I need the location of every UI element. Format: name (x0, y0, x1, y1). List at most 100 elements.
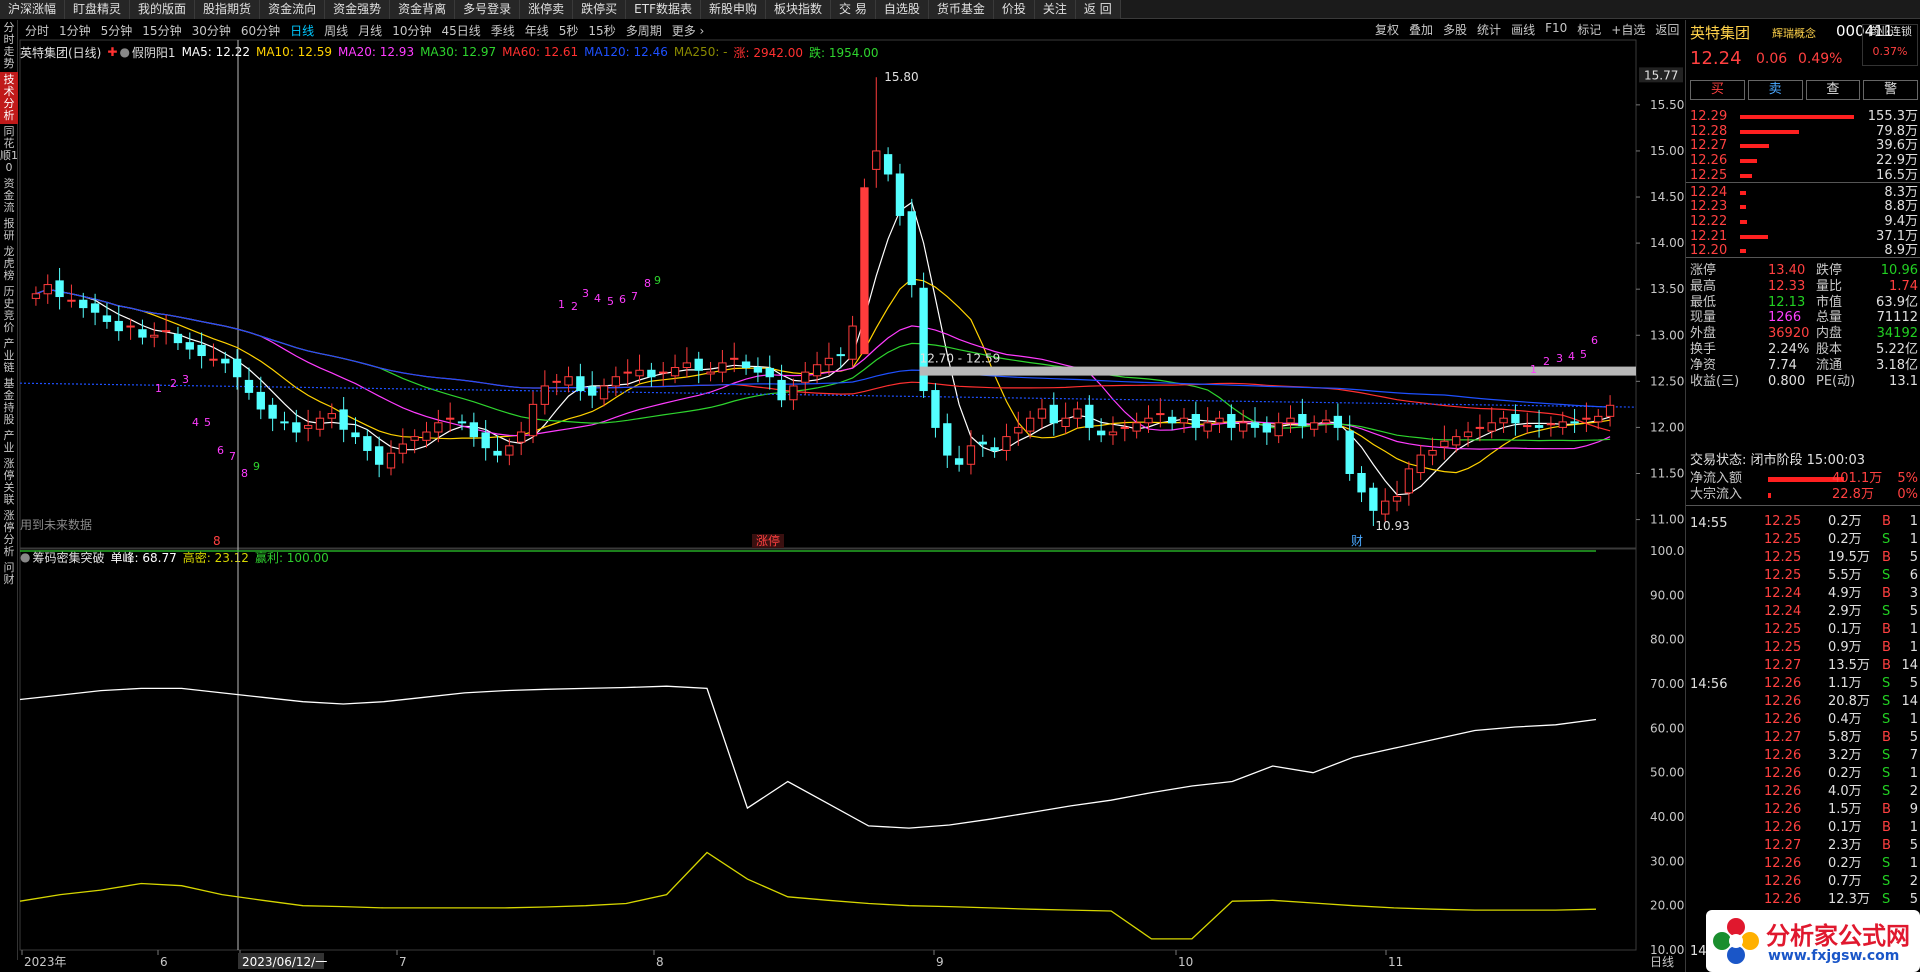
candle (635, 369, 644, 377)
sub-settings-icon[interactable]: ● (20, 550, 30, 564)
left-tab[interactable]: 报研 (0, 216, 18, 244)
period-tab[interactable]: 15分钟 (137, 22, 186, 39)
sub-tick-label: 40.00 (1650, 810, 1684, 824)
left-tab[interactable]: 技术分析 (0, 72, 18, 124)
settings-gear-icon[interactable]: ● (119, 45, 129, 59)
toolbar-item[interactable]: 资金强势 (325, 0, 391, 19)
left-tab[interactable]: 龙虎榜 (0, 244, 18, 284)
top-toolbar: 沪深涨幅 盯盘精灵 我的版面 股指期货 资金流向 资金强势 资金背离 多号登录 涨停卖 跌停买 ET… (0, 0, 1920, 19)
sub-indicator-name[interactable]: 筹码密集突破 (32, 549, 104, 566)
toolbar-item[interactable]: 关注 (1034, 0, 1076, 19)
sequence-digit: 4 (1568, 350, 1575, 363)
period-tab[interactable]: 更多 › (667, 22, 710, 39)
chart-tool[interactable]: 统计 (1472, 21, 1506, 39)
chart-tool[interactable]: 标记 (1572, 21, 1606, 39)
left-tab[interactable]: 资金流 (0, 176, 18, 216)
toolbar-item[interactable]: 交 易 (831, 0, 876, 19)
left-tab[interactable]: 涨停分析 (0, 508, 18, 560)
tick-price: 12.26 (1764, 766, 1802, 781)
candle (670, 367, 680, 377)
danfeng-label: 单峰: 68.77 (110, 550, 177, 565)
chart-tool[interactable]: 多股 (1438, 21, 1472, 39)
toolbar-item[interactable]: 自选股 (875, 0, 929, 19)
toolbar-item[interactable]: 资金背离 (390, 0, 456, 19)
period-tab[interactable]: 15秒 (583, 22, 620, 39)
period-tab[interactable]: 多周期 (621, 22, 667, 39)
period-tab[interactable]: 30分钟 (187, 22, 236, 39)
candle (907, 211, 916, 286)
trade-button[interactable]: 警 (1863, 80, 1918, 100)
trade-button[interactable]: 卖 (1747, 80, 1803, 100)
toolbar-item[interactable]: 多号登录 (455, 0, 521, 19)
bottom-period-tab[interactable]: 日线 (1650, 955, 1674, 969)
left-tab[interactable]: 历史竞价 (0, 284, 18, 336)
tick-direction: S (1882, 712, 1891, 727)
toolbar-item[interactable]: 我的版面 (130, 0, 196, 19)
toolbar-item[interactable]: 板块指数 (766, 0, 832, 19)
left-tab[interactable]: 基金持股 (0, 376, 18, 428)
period-tab[interactable]: 周线 (319, 22, 353, 39)
left-tab[interactable]: 产业链 (0, 336, 18, 376)
flow-value: 22.8万 (1832, 487, 1874, 502)
period-tab[interactable]: 季线 (486, 22, 520, 39)
limit-up-tag[interactable]: 涨停 (756, 533, 780, 548)
trade-button[interactable]: 买 (1690, 80, 1745, 100)
fin-tag[interactable]: 财 (1351, 534, 1363, 548)
candle (1392, 496, 1402, 502)
chart-tool[interactable]: 画线 (1506, 21, 1540, 39)
indicator-name[interactable]: 假阴阳1 (132, 44, 176, 61)
toolbar-item[interactable]: 返 回 (1075, 0, 1121, 19)
toolbar-item[interactable]: ETF数据表 (626, 0, 701, 19)
toolbar-item[interactable]: 货币基金 (928, 0, 994, 19)
candle (1416, 454, 1425, 474)
period-tab[interactable]: 1分钟 (54, 22, 96, 39)
candle (895, 173, 905, 216)
period-tab[interactable]: 60分钟 (236, 22, 285, 39)
chart-tool[interactable]: 返回 (1650, 21, 1684, 39)
sequence-digit: 6 (1591, 334, 1598, 347)
orderbook-volume-bar (1740, 249, 1746, 254)
tick-row: 12.27 5.8万 B 5 (1690, 729, 1918, 747)
candle (694, 358, 703, 371)
period-tab[interactable]: 分时 (20, 22, 54, 39)
top-marker: 15.77 (1644, 68, 1678, 82)
concept-tag[interactable]: 辉瑞概念 (1772, 25, 1816, 41)
candle (812, 364, 822, 377)
chart-tool[interactable]: 叠加 (1404, 21, 1438, 39)
period-tab[interactable]: 10分钟 (387, 22, 436, 39)
toolbar-item[interactable]: 跌停买 (573, 0, 627, 19)
toolbar-item[interactable]: 沪深涨幅 (0, 0, 66, 19)
period-tab[interactable]: 年线 (520, 22, 554, 39)
candle (102, 315, 112, 322)
left-tab[interactable]: 同花顺10 (0, 124, 18, 176)
trade-button[interactable]: 查 (1805, 80, 1861, 100)
candle (1558, 421, 1567, 428)
toolbar-item[interactable]: 价投 (993, 0, 1035, 19)
left-tab[interactable]: 涨停关联 (0, 456, 18, 508)
period-tab[interactable]: 月线 (353, 22, 387, 39)
sector-box[interactable]: 商业连锁 0.37% (1862, 24, 1918, 66)
zhang-label: 涨: 2942.00 (733, 45, 803, 60)
period-tab[interactable]: 45日线 (436, 22, 485, 39)
toolbar-item[interactable]: 涨停卖 (520, 0, 574, 19)
left-tab[interactable]: 产业 (0, 428, 18, 456)
left-tab[interactable]: 问财 (0, 560, 18, 588)
period-tab[interactable]: 日线 (285, 22, 319, 39)
period-tab[interactable]: 5分钟 (96, 22, 138, 39)
orderbook-volume-bar (1740, 219, 1748, 224)
sequence-digit: 3 (1556, 352, 1563, 365)
candle (31, 293, 41, 299)
toolbar-item[interactable]: 资金流向 (260, 0, 326, 19)
chart-tool[interactable]: +自选 (1606, 21, 1650, 39)
period-tab[interactable]: 5秒 (554, 22, 584, 39)
chart-tool[interactable]: F10 (1540, 21, 1572, 39)
toolbar-item[interactable]: 新股申购 (700, 0, 766, 19)
left-tab[interactable]: 分时走势 (0, 20, 18, 72)
kline-chart[interactable]: 15.50 15.00 14.50 14.00 13.50 13.00 12.50 12.00… (0, 0, 1920, 972)
stock-name[interactable]: 英特集团 (1690, 22, 1750, 43)
orderbook-volume-bar (1740, 205, 1746, 210)
time-tick-label: 6 (160, 955, 168, 969)
chart-tool[interactable]: 复权 (1370, 21, 1404, 39)
toolbar-item[interactable]: 股指期货 (195, 0, 261, 19)
toolbar-item[interactable]: 盯盘精灵 (65, 0, 131, 19)
